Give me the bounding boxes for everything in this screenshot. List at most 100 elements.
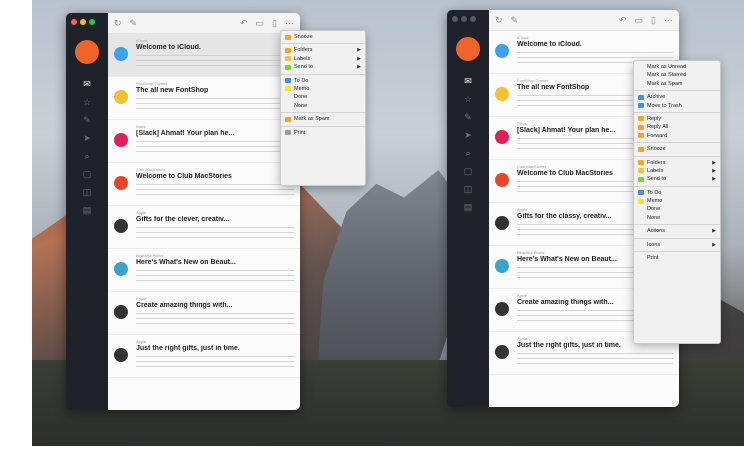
menu-item[interactable]: Mark as Spam: [634, 80, 720, 88]
slack-logo: [495, 130, 509, 144]
mail-window-left: ✉ ☆ ✎ ➤ ⌕ ▢ ◫ ▤ ↻ ✎ ↶ ▭ ▯ ⋯ iCloud Welcom…: [66, 13, 300, 410]
close-button[interactable]: [71, 19, 77, 25]
sent-icon[interactable]: ➤: [83, 133, 91, 143]
minimize-button[interactable]: [80, 19, 86, 25]
menu-item[interactable]: To Do: [281, 77, 365, 85]
star-icon[interactable]: ☆: [83, 97, 91, 107]
menu-item[interactable]: Snooze: [634, 145, 720, 153]
message-row[interactable]: FontShop Games The all new FontShop: [108, 77, 300, 120]
window-controls: [452, 16, 476, 22]
cloud-icon: [495, 44, 509, 58]
trash-icon[interactable]: ◫: [464, 184, 473, 194]
message-row[interactable]: Club MacStories Welcome to Club MacStorie…: [108, 163, 300, 206]
archive-icon[interactable]: ▭: [256, 18, 265, 29]
calendar-icon[interactable]: ▢: [83, 169, 92, 179]
message-row[interactable]: Apple Create amazing things with...: [108, 292, 300, 335]
menu-item-icon: [638, 160, 644, 166]
account-avatar[interactable]: [75, 40, 99, 64]
menu-item[interactable]: Memo: [634, 197, 720, 205]
menu-item[interactable]: None: [634, 214, 720, 222]
reply-icon[interactable]: ↶: [619, 15, 627, 26]
menu-item[interactable]: To Do: [634, 189, 720, 197]
message-sender: Beautiful Pixels: [136, 253, 164, 258]
zoom-button[interactable]: [89, 19, 95, 25]
message-row[interactable]: Apple Just the right gifts, just in time.: [108, 335, 300, 378]
archive-icon[interactable]: ▤: [83, 205, 92, 215]
menu-item[interactable]: Send to ▶: [281, 63, 365, 71]
pin-icon[interactable]: ✎: [83, 115, 91, 125]
zoom-button[interactable]: [470, 16, 476, 22]
context-menu-right: Mark as Unread Mark as Starred Mark as Spa…: [633, 60, 721, 344]
menu-item[interactable]: Mark as Spam: [281, 115, 365, 123]
menu-item[interactable]: Move to Trash: [634, 102, 720, 110]
trash-icon[interactable]: ▯: [272, 18, 277, 29]
message-preview: [136, 141, 294, 153]
message-sender: Club MacStories: [136, 167, 166, 172]
reply-icon[interactable]: ↶: [240, 18, 248, 29]
menu-item[interactable]: Forward: [634, 132, 720, 140]
archive-icon[interactable]: ▤: [464, 202, 473, 212]
search-icon[interactable]: ⌕: [465, 148, 470, 158]
message-sender: Apple: [136, 296, 147, 301]
trash-icon[interactable]: ◫: [83, 187, 92, 197]
inbox-icon[interactable]: ✉: [83, 79, 91, 89]
message-sender: Apple: [136, 339, 147, 344]
submenu-arrow-icon: ▶: [712, 228, 716, 235]
menu-item[interactable]: Print: [634, 254, 720, 262]
close-button[interactable]: [452, 16, 458, 22]
menu-item[interactable]: Actions ▶: [634, 227, 720, 235]
macstories-logo: [495, 173, 509, 187]
archive-icon[interactable]: ▭: [635, 15, 644, 26]
menu-item[interactable]: Snooze: [281, 33, 365, 41]
star-icon[interactable]: ☆: [464, 94, 472, 104]
menu-item[interactable]: Reply All: [634, 123, 720, 131]
calendar-icon[interactable]: ▢: [464, 166, 473, 176]
message-row[interactable]: Slack [Slack] Ahmat! Your plan he...: [108, 120, 300, 163]
pin-icon[interactable]: ✎: [464, 112, 472, 122]
menu-item[interactable]: Archive: [634, 93, 720, 101]
more-icon[interactable]: ⋯: [664, 15, 673, 26]
menu-item[interactable]: Labels ▶: [281, 55, 365, 63]
menu-item[interactable]: Mark as Starred: [634, 71, 720, 79]
menu-item[interactable]: Folders ▶: [634, 159, 720, 167]
menu-item[interactable]: Reply: [634, 115, 720, 123]
account-avatar[interactable]: [456, 37, 480, 61]
menu-item-icon: [285, 130, 291, 136]
menu-item[interactable]: Folders ▶: [281, 46, 365, 54]
menu-item-label: Mark as Spam: [647, 80, 683, 87]
menu-item-label: Forward: [647, 132, 668, 139]
message-subject: [Slack] Ahmat! Your plan he...: [136, 130, 235, 137]
menu-item-icon: [638, 190, 644, 196]
trash-icon[interactable]: ▯: [651, 15, 656, 26]
message-row[interactable]: Apple Gifts for the clever, creativ...: [108, 206, 300, 249]
menu-item-label: Labels: [647, 167, 664, 174]
refresh-icon[interactable]: ↻: [114, 18, 122, 29]
menu-item-label: Reply All: [647, 124, 669, 131]
message-sender: iCloud: [136, 38, 148, 43]
compose-icon[interactable]: ✎: [511, 15, 519, 26]
menu-item[interactable]: Print: [281, 129, 365, 137]
menu-item[interactable]: Done: [634, 205, 720, 213]
message-row[interactable]: iCloud Welcome to iCloud.: [108, 34, 300, 77]
inbox-icon[interactable]: ✉: [464, 76, 472, 86]
menu-item-label: Memo: [647, 198, 663, 205]
message-row[interactable]: Beautiful Pixels Here's What's New on Bea…: [108, 249, 300, 292]
menu-item[interactable]: Labels ▶: [634, 167, 720, 175]
message-subject: The all new FontShop: [136, 87, 209, 94]
menu-item[interactable]: Done: [281, 93, 365, 101]
message-sender: Apple: [517, 336, 528, 341]
menu-item[interactable]: Memo: [281, 85, 365, 93]
menu-item[interactable]: Send to ▶: [634, 175, 720, 183]
more-icon[interactable]: ⋯: [285, 18, 294, 29]
menu-item[interactable]: Mark as Unread: [634, 63, 720, 71]
minimize-button[interactable]: [461, 16, 467, 22]
search-icon[interactable]: ⌕: [84, 151, 89, 161]
refresh-icon[interactable]: ↻: [495, 15, 503, 26]
menu-item[interactable]: None: [281, 102, 365, 110]
compose-icon[interactable]: ✎: [130, 18, 138, 29]
sent-icon[interactable]: ➤: [464, 130, 472, 140]
fontshop-logo: [495, 87, 509, 101]
menu-item[interactable]: Icons ▶: [634, 241, 720, 249]
menu-item-label: Print: [647, 255, 659, 262]
menu-item-label: None: [647, 214, 661, 221]
